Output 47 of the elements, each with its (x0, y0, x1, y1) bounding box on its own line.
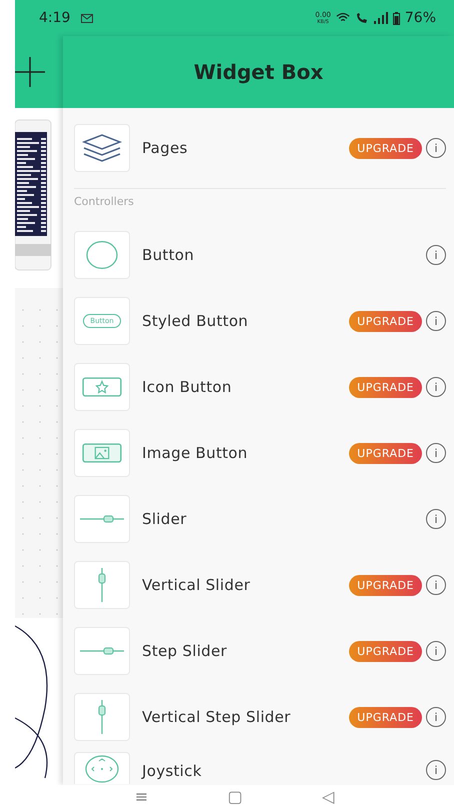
widget-name: Pages (142, 139, 188, 157)
widget-name: Vertical Step Slider (142, 708, 291, 726)
widget-name: Vertical Slider (142, 576, 250, 594)
widget-list-item[interactable]: Step Slider UPGRADE i (74, 618, 446, 684)
info-icon[interactable]: i (426, 443, 446, 463)
info-icon[interactable]: i (426, 377, 446, 397)
info-icon[interactable]: i (426, 707, 446, 727)
info-icon[interactable]: i (426, 311, 446, 331)
slider-icon (80, 514, 124, 524)
slider-icon (80, 646, 124, 656)
widget-list-item[interactable]: Icon Button UPGRADE i (74, 354, 446, 420)
widget-list-item[interactable]: Vertical Slider UPGRADE i (74, 552, 446, 618)
widget-name: Image Button (142, 444, 248, 462)
widget-list-item[interactable]: Button i (74, 222, 446, 288)
signal-icon (374, 12, 388, 24)
info-icon[interactable]: i (426, 760, 446, 780)
vertical-slider-icon (97, 568, 107, 602)
add-icon[interactable] (15, 57, 45, 87)
widget-name: Styled Button (142, 312, 248, 330)
layers-icon (82, 133, 122, 163)
widget-name: Step Slider (142, 642, 227, 660)
battery-level: 76% (404, 10, 436, 26)
status-time: 4:19 (39, 10, 70, 26)
home-nav-button[interactable]: ▢ (227, 787, 243, 807)
widget-list-item[interactable]: Image Button UPGRADE i (74, 420, 446, 486)
widget-name: Joystick (142, 762, 202, 782)
info-icon[interactable]: i (426, 509, 446, 529)
vertical-slider-icon (97, 700, 107, 734)
info-icon[interactable]: i (426, 245, 446, 265)
widget-list-item[interactable]: Pages UPGRADE i (74, 108, 446, 188)
drawer-title: Widget Box (194, 60, 324, 84)
widget-name: Icon Button (142, 378, 232, 396)
battery-icon (392, 12, 400, 24)
menu-nav-button[interactable]: ≡ (134, 787, 148, 807)
call-icon (354, 12, 369, 24)
widget-list-item[interactable]: Joystick i (74, 750, 446, 784)
widget-list-item[interactable]: Vertical Step Slider UPGRADE i (74, 684, 446, 750)
mail-icon (81, 14, 94, 22)
back-nav-button[interactable]: ◁ (322, 787, 334, 807)
widget-name: Button (142, 246, 194, 264)
info-icon[interactable]: i (426, 641, 446, 661)
info-icon[interactable]: i (426, 138, 446, 158)
widget-list-item[interactable]: Slider i (74, 486, 446, 552)
info-icon[interactable]: i (426, 575, 446, 595)
wifi-icon (336, 12, 350, 24)
section-label: Controllers (74, 188, 446, 222)
widget-name: Slider (142, 510, 187, 528)
